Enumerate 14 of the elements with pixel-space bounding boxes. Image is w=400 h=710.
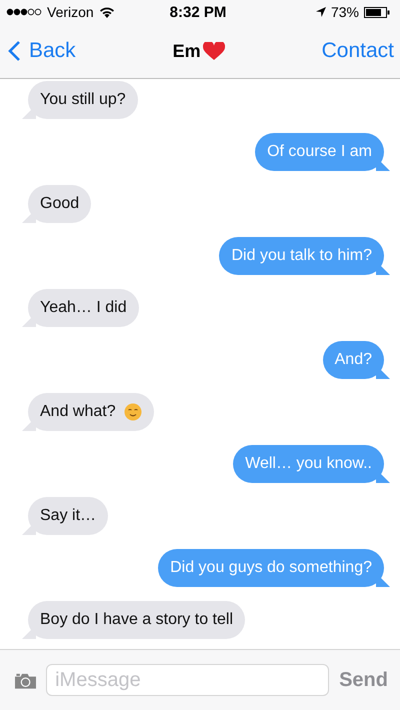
back-button[interactable]: Back [8, 39, 76, 63]
location-arrow-icon [316, 7, 326, 17]
clock-time: 8:32 PM [170, 4, 226, 20]
contact-button[interactable]: Contact [322, 39, 394, 63]
heart-icon [202, 42, 225, 60]
carrier-name: Verizon [47, 4, 94, 20]
contact-name: Em [172, 40, 201, 62]
wifi-icon [98, 6, 115, 18]
send-button[interactable]: Send [339, 668, 388, 692]
battery-icon [364, 6, 390, 18]
message-input-field[interactable]: iMessage [46, 664, 330, 696]
chevron-left-icon [8, 40, 21, 62]
battery-percent: 73% [330, 4, 359, 20]
signal-icon [6, 8, 42, 16]
